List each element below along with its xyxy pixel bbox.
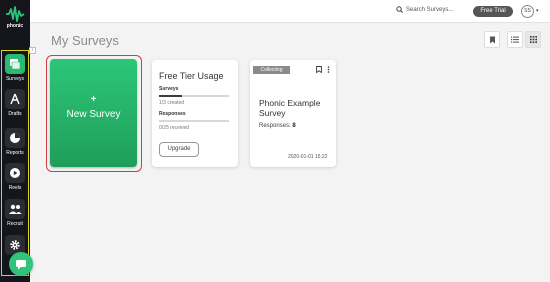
phonic-logo-icon — [6, 6, 25, 22]
sidebar-item-label: Surveys — [5, 76, 25, 82]
grid-view-button[interactable] — [525, 31, 541, 48]
new-survey-highlight: + New Survey — [46, 55, 142, 172]
search-input[interactable]: Search Surveys... — [406, 7, 453, 13]
more-options-icon[interactable] — [327, 66, 330, 73]
search-box[interactable]: Search Surveys... — [396, 6, 453, 13]
bookmark-filter-button[interactable] — [484, 31, 500, 48]
recruit-icon — [5, 199, 25, 219]
surveys-usage-fill — [159, 95, 183, 97]
app-logo[interactable]: phonic — [0, 6, 30, 40]
upgrade-button[interactable]: Upgrade — [159, 142, 199, 157]
page-title: My Surveys — [51, 33, 119, 48]
card-actions — [316, 66, 330, 73]
new-survey-button[interactable]: + New Survey — [50, 59, 137, 167]
reels-icon — [5, 163, 25, 183]
grid-icon — [529, 36, 537, 43]
bookmark-icon[interactable] — [316, 66, 322, 73]
surveys-icon — [5, 54, 25, 74]
usage-card: Free Tier Usage Surveys 1/3 created Resp… — [152, 60, 238, 167]
top-bar: Search Surveys... Free Trial SS ▾ — [30, 0, 550, 23]
logo-text: phonic — [6, 23, 24, 29]
plus-icon: + — [90, 94, 97, 105]
responses-count: Responses: 8 — [259, 123, 296, 129]
status-badge: Collecting — [253, 66, 290, 74]
survey-date: 2020-01-01 15:22 — [288, 154, 328, 160]
list-view-button[interactable] — [507, 31, 523, 48]
chevron-down-icon[interactable]: ▾ — [536, 8, 539, 14]
responses-value: 8 — [292, 123, 296, 129]
sidebar-item-reports[interactable]: Reports — [2, 128, 28, 158]
usage-title: Free Tier Usage — [159, 71, 224, 81]
survey-title: Phonic Example Survey — [259, 98, 321, 118]
sidebar-item-reels[interactable]: Reels — [2, 163, 28, 193]
sidebar-item-drafts[interactable]: Drafts — [2, 89, 28, 119]
surveys-usage-text: 1/3 created — [159, 100, 185, 106]
surveys-usage-label: Surveys — [159, 86, 179, 92]
sidebar: phonic Surveys Drafts Reports Reels Recr… — [0, 0, 30, 282]
sidebar-item-label: Drafts — [8, 111, 22, 117]
responses-usage-text: 0/25 received — [159, 125, 190, 131]
avatar[interactable]: SS — [521, 5, 534, 18]
free-trial-badge[interactable]: Free Trial — [473, 6, 513, 17]
chat-bubble-button[interactable] — [9, 252, 33, 276]
drafts-icon — [5, 89, 25, 109]
search-icon — [396, 6, 403, 13]
list-icon — [511, 36, 519, 43]
sidebar-item-label: Reports — [6, 150, 24, 156]
sidebar-item-surveys[interactable]: Surveys — [2, 54, 28, 84]
new-survey-label: New Survey — [66, 109, 121, 120]
sidebar-collapse-button[interactable]: ‹ — [29, 47, 36, 54]
reports-icon — [5, 128, 25, 148]
responses-usage-bar — [159, 120, 229, 122]
sidebar-item-label: Reels — [8, 185, 22, 191]
sidebar-item-recruit[interactable]: Recruit — [2, 199, 28, 229]
responses-usage-label: Responses — [159, 111, 186, 117]
responses-label: Responses: — [259, 123, 291, 129]
survey-card[interactable]: Collecting Phonic Example Survey Respons… — [250, 60, 336, 167]
surveys-usage-bar — [159, 95, 229, 97]
bookmark-icon — [489, 36, 495, 43]
chat-icon — [16, 259, 26, 269]
sidebar-item-label: Recruit — [7, 221, 23, 227]
